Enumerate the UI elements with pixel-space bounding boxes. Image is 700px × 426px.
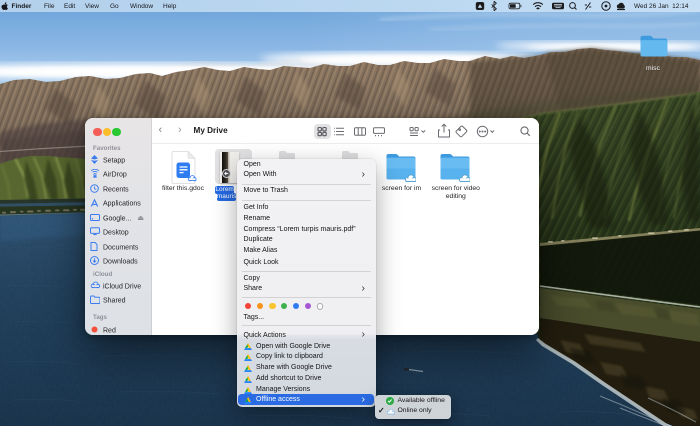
- svg-text:misc: misc: [646, 65, 661, 72]
